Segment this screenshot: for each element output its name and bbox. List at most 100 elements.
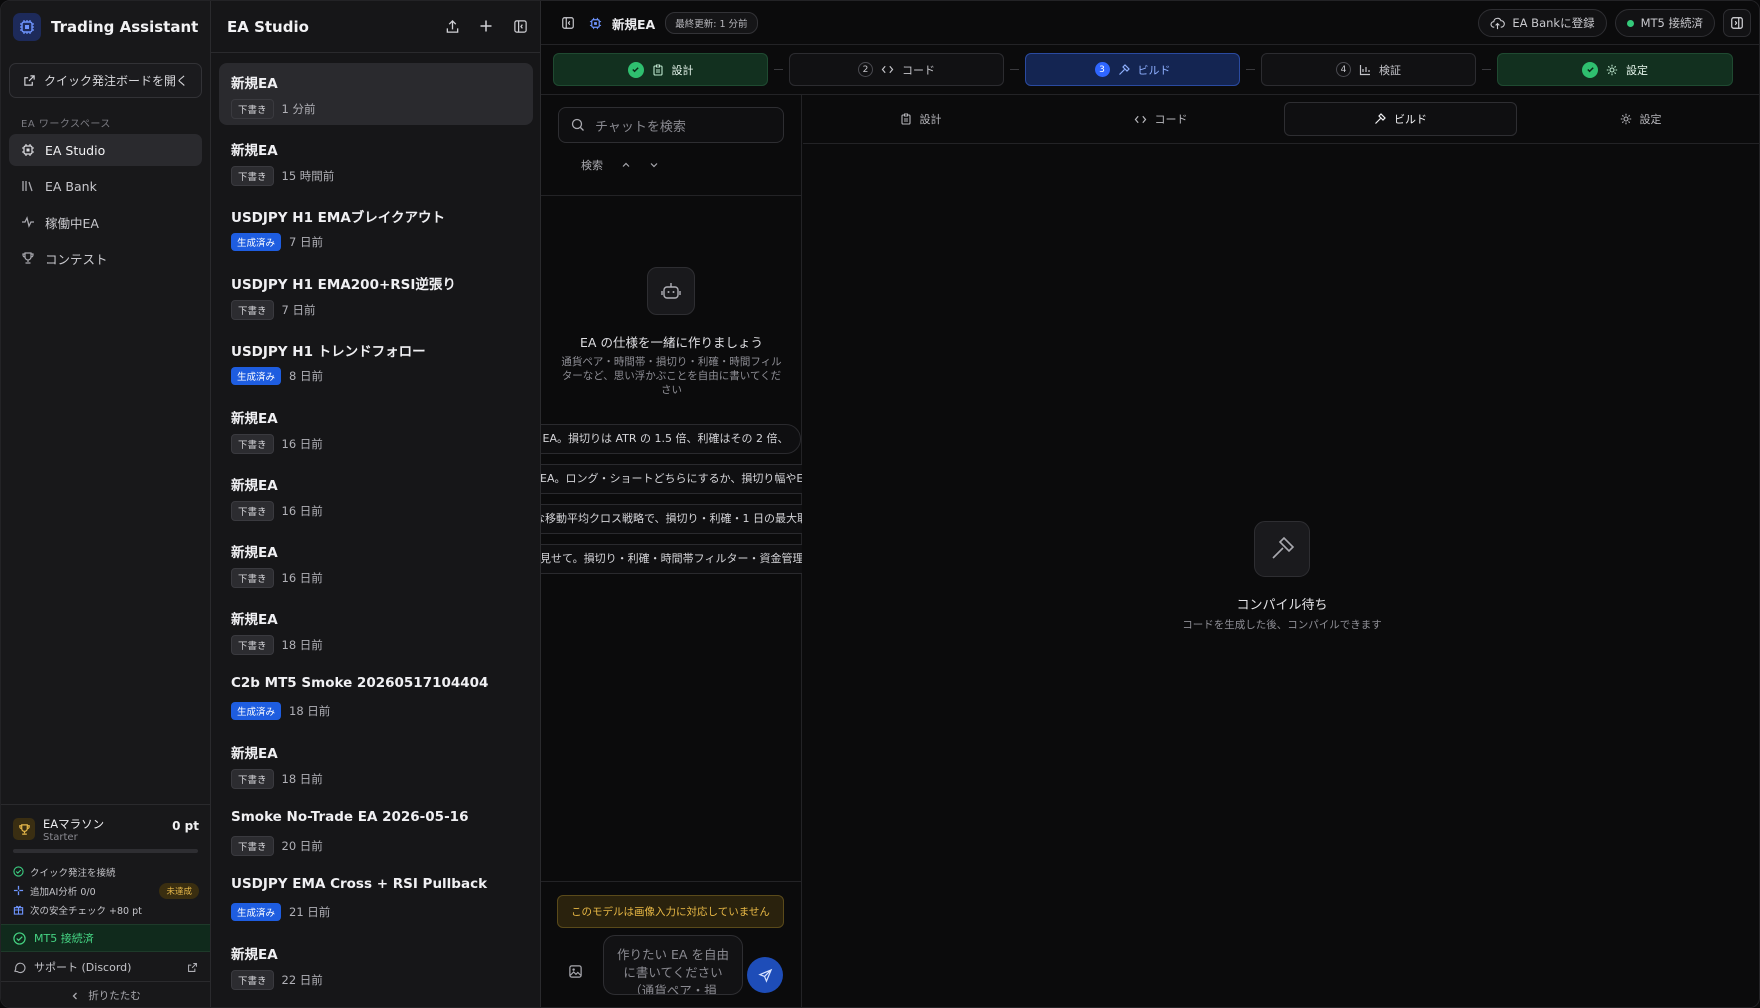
- ea-item-meta: 下書き 15 時間前: [231, 166, 533, 186]
- search-button[interactable]: 検索: [581, 157, 603, 173]
- tab-settings[interactable]: 設定: [1523, 102, 1758, 136]
- ea-item-meta: 下書き 20 日前: [231, 836, 533, 856]
- step-separator: [1482, 69, 1491, 70]
- status-badge: 下書き: [231, 300, 274, 320]
- step-code[interactable]: 2 コード: [789, 53, 1004, 86]
- panel-left-icon: [562, 17, 574, 29]
- sidebar-item-contest[interactable]: コンテスト: [9, 242, 202, 274]
- ea-list-item[interactable]: 新規EA 下書き 16 日前: [219, 532, 533, 594]
- brand[interactable]: Trading Assistant: [13, 13, 198, 41]
- ea-item-meta: 下書き 16 日前: [231, 434, 533, 454]
- toggle-sidebar-button[interactable]: [557, 12, 579, 34]
- mt5-connection-status[interactable]: MT5 接続済: [1, 924, 210, 952]
- register-ea-bank-label: EA Bankに登録: [1512, 16, 1595, 30]
- tab-label: 設定: [1639, 113, 1662, 126]
- toggle-list-panel-button[interactable]: [509, 15, 531, 37]
- workflow-steps: 設計 2 コード 3 ビルド 4 検証 設定: [553, 53, 1749, 86]
- tab-design[interactable]: 設計: [803, 102, 1038, 136]
- ea-list-item[interactable]: 新規EA 下書き 18 日前: [219, 599, 533, 661]
- ea-item-time: 22 日前: [281, 973, 323, 987]
- step-number: 2: [858, 62, 873, 77]
- sidebar-item-label: 稼働中EA: [45, 215, 99, 231]
- suggestion-chip[interactable]: EA。ロング・ショートどちらにするか、損切り幅やE: [541, 464, 802, 494]
- ea-item-name: 新規EA: [231, 478, 278, 494]
- ea-list-item[interactable]: 新規EA 下書き 15 時間前: [219, 130, 533, 192]
- register-ea-bank-button[interactable]: EA Bankに登録: [1478, 9, 1607, 37]
- ea-item-name: 新規EA: [231, 545, 278, 561]
- open-quick-board-button[interactable]: クイック発注ボードを開く: [9, 63, 202, 98]
- check-item-next-safety[interactable]: 次の安全チェック +80 pt: [13, 900, 199, 919]
- tab-label: ビルド: [1394, 113, 1427, 126]
- ea-list-item[interactable]: 新規EA 下書き 16 日前: [219, 398, 533, 460]
- ea-item-name: USDJPY H1 EMAブレイクアウト: [231, 210, 446, 226]
- suggestion-chip[interactable]: な移動平均クロス戦略で、損切り・利確・1 日の最大取: [541, 504, 802, 534]
- send-icon: [757, 968, 772, 983]
- ea-list-item[interactable]: 新規EA 下書き 1 分前: [219, 63, 533, 125]
- gear-icon: [1620, 113, 1631, 125]
- ea-list-item[interactable]: USDJPY H1 トレンドフォロー 生成済み 8 日前: [219, 331, 533, 393]
- support-discord-link[interactable]: サポート (Discord): [1, 954, 210, 980]
- sidebar-item-ea-studio[interactable]: EA Studio: [9, 134, 202, 166]
- activity-icon: [22, 216, 34, 228]
- tab-build[interactable]: ビルド: [1284, 102, 1517, 136]
- sidebar-item-label: コンテスト: [45, 251, 108, 267]
- check-item-ai-analysis[interactable]: 追加AI分析 0/0 未達成: [13, 881, 199, 900]
- suggestion-chip[interactable]: ー EA。損切りは ATR の 1.5 倍、利確はその 2 倍、: [541, 424, 802, 454]
- ea-list-item[interactable]: 新規EA 下書き 22 日前: [219, 934, 533, 996]
- gift-icon: [13, 905, 24, 915]
- check-item-quick-order[interactable]: クイック発注を接続: [13, 862, 199, 881]
- ea-list-item[interactable]: USDJPY H1 EMAブレイクアウト生成済み 7 日前: [219, 197, 533, 259]
- step-build[interactable]: 3 ビルド: [1025, 53, 1240, 86]
- ea-item-time: 18 日前: [289, 704, 331, 718]
- ea-list-item[interactable]: C2b MT5 Smoke 20260517104404 生成済み 18 日前: [219, 666, 533, 728]
- status-badge: 下書き: [231, 166, 274, 186]
- ea-title[interactable]: 新規EA: [612, 14, 655, 33]
- collapse-label: 折りたたむ: [88, 990, 141, 1002]
- ea-list-item[interactable]: 新規EA 下書き 16 日前: [219, 465, 533, 527]
- sidebar-item-ea-bank[interactable]: EA Bank: [9, 170, 202, 202]
- suggestion-chip[interactable]: 見せて。損切り・利確・時間帯フィルター・資金管理: [541, 544, 802, 574]
- step-separator: [774, 69, 783, 70]
- hammer-icon: [1375, 113, 1386, 124]
- ea-list-item[interactable]: USDJPY EMA Cross + RSI Pullback 生成済み 21 日前: [219, 867, 533, 929]
- step-label: 設定: [1626, 63, 1648, 77]
- top-bar: 新規EA 最終更新: 1 分前 EA Bankに登録 MT5 接続済: [541, 1, 1759, 45]
- export-button[interactable]: [441, 15, 463, 37]
- collapse-sidebar-button[interactable]: 折りたたむ: [1, 981, 210, 1007]
- plus-icon: [480, 20, 492, 32]
- status-badge: 生成済み: [231, 702, 282, 720]
- ea-item-name: 新規EA: [231, 746, 278, 762]
- toggle-right-panel-button[interactable]: [1723, 9, 1751, 37]
- status-dot-icon: [1626, 19, 1634, 27]
- ea-item-time: 1 分前: [281, 102, 316, 116]
- library-icon: [22, 181, 33, 192]
- send-button[interactable]: [747, 957, 783, 993]
- ea-item-meta: 下書き 16 日前: [231, 501, 533, 521]
- message-input[interactable]: 作りたい EA を自由に書いてください（通貨ペア・損: [603, 935, 743, 995]
- mt5-status-chip[interactable]: MT5 接続済: [1614, 9, 1715, 37]
- ea-list-item[interactable]: Smoke No-Trade EA 2026-05-16 下書き 20 日前: [219, 800, 533, 862]
- sidebar-item-running-ea[interactable]: 稼働中EA: [9, 206, 202, 238]
- ea-item-meta: 下書き 1 分前: [231, 99, 533, 119]
- step-number: 4: [1336, 62, 1351, 77]
- trophy-icon: [22, 252, 34, 264]
- external-link-icon: [188, 962, 197, 972]
- workspace-section-label: EA ワークスペース: [21, 119, 111, 130]
- ea-list-item[interactable]: 新規EA 下書き 18 日前: [219, 733, 533, 795]
- step-settings[interactable]: 設定: [1497, 53, 1733, 86]
- new-ea-button[interactable]: [475, 15, 497, 37]
- chevron-up-icon[interactable]: [621, 160, 631, 170]
- step-design[interactable]: 設計: [553, 53, 768, 86]
- chat-search-input[interactable]: チャットを検索: [558, 107, 784, 143]
- chevron-down-icon[interactable]: [649, 160, 659, 170]
- ea-item-time: 16 日前: [281, 504, 323, 518]
- attach-image-button[interactable]: [565, 961, 585, 981]
- tab-code[interactable]: コード: [1043, 102, 1278, 136]
- chat-panel: チャットを検索 検索 EA の仕様を一緒に作りましょう 通貨ペア・時間帯・損切り…: [541, 95, 802, 1007]
- ea-item-time: 15 時間前: [281, 169, 335, 183]
- ea-item-meta: 生成済み 7 日前: [231, 233, 533, 251]
- marathon-card[interactable]: EAマラソン Starter 0 pt: [13, 809, 199, 849]
- step-verify[interactable]: 4 検証: [1261, 53, 1476, 86]
- ea-list-item[interactable]: USDJPY H1 EMA200+RSI逆張り 下書き 7 日前: [219, 264, 533, 326]
- chat-divider: [541, 195, 802, 196]
